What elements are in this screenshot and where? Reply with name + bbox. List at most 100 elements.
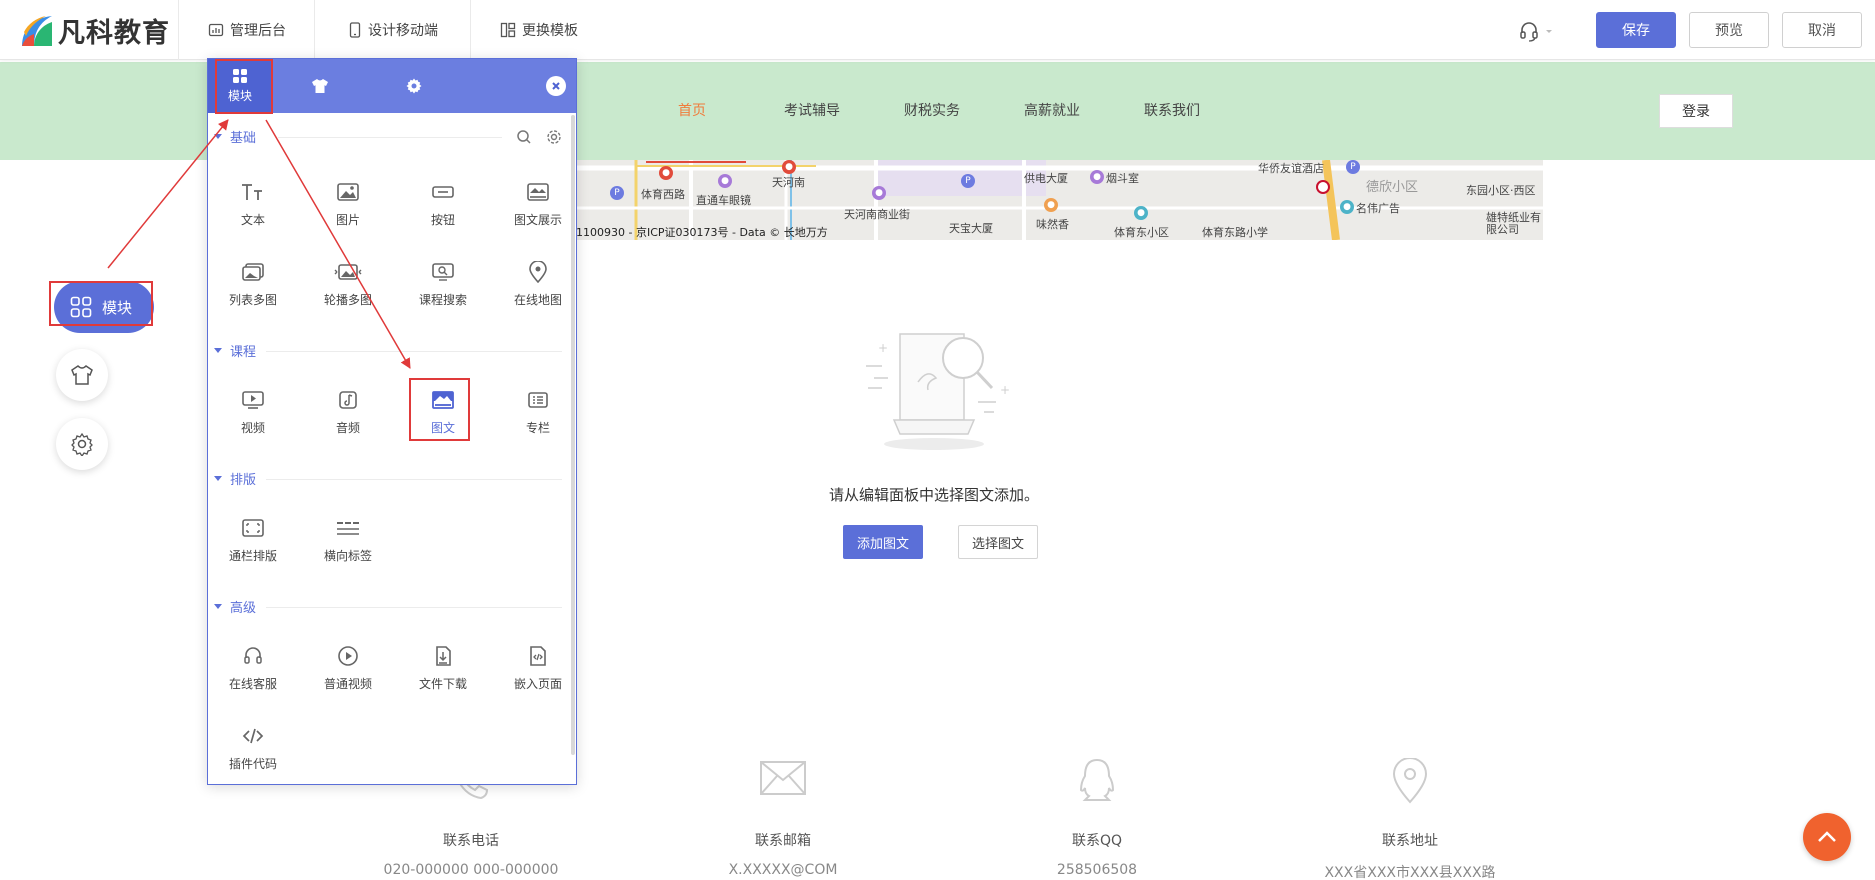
module-online-service[interactable]: 在线客服 (208, 643, 298, 707)
module-carousel[interactable]: 轮播多图 (303, 259, 393, 323)
support-menu[interactable] (1518, 20, 1554, 42)
section-advanced[interactable]: 高级 (214, 597, 256, 616)
map-pin-icon: P (610, 186, 624, 200)
module-horizontal-tabs[interactable]: 横向标签 (303, 515, 393, 579)
module-embed-page[interactable]: 嵌入页面 (493, 643, 576, 707)
contact-address: 联系地址 XXX省XXX市XXX县XXX路 (1300, 758, 1520, 880)
contact-value: 020-000000 000-000000 (383, 862, 559, 878)
map-pin-icon: ● (1134, 206, 1148, 220)
tab-settings[interactable] (382, 59, 446, 113)
module-full-width-layout[interactable]: 通栏排版 (208, 515, 298, 579)
template-icon (500, 22, 516, 38)
section-course[interactable]: 课程 (214, 341, 256, 360)
contact-title: 联系QQ (1071, 833, 1123, 849)
preview-button[interactable]: 预览 (1689, 12, 1769, 48)
add-article-button[interactable]: 添加图文 (843, 525, 923, 559)
chevron-down-icon (1546, 30, 1552, 33)
contact-title: 联系地址 (1382, 833, 1438, 849)
module-label: 音频 (335, 421, 360, 435)
list-images-icon (242, 263, 264, 281)
nav-admin[interactable]: 管理后台 (208, 0, 286, 60)
map-label: 味然香 (1036, 218, 1069, 231)
logo-text: 凡科教育 (58, 17, 170, 49)
site-nav-exam[interactable]: 考试辅导 (784, 100, 840, 120)
module-label: 课程搜索 (418, 293, 467, 307)
section-title: 基础 (230, 131, 257, 146)
play-icon (338, 646, 358, 666)
map-pin-icon: ● (782, 160, 796, 174)
tab-style[interactable] (288, 59, 352, 113)
map-label: 德欣小区 (1366, 180, 1419, 195)
site-nav-jobs[interactable]: 高薪就业 (1024, 100, 1080, 120)
site-nav-tax[interactable]: 财税实务 (904, 100, 960, 120)
module-plugin-code[interactable]: 插件代码 (208, 723, 298, 784)
audio-icon (339, 391, 357, 409)
map-label: 名伟广告 (1356, 202, 1400, 215)
module-panel: 模块 基础 文本 图片 按钮 图文展示 列表多图 轮播多图 课程搜索 在线地图 … (207, 58, 577, 785)
module-label: 插件代码 (228, 757, 277, 771)
section-title: 排版 (230, 473, 257, 488)
image-text-icon (527, 183, 549, 201)
empty-illustration: + + (858, 322, 1018, 456)
map-pin-icon: P (1346, 160, 1360, 174)
module-text[interactable]: 文本 (208, 179, 298, 243)
svg-text:+: + (878, 341, 888, 355)
float-settings-button[interactable] (56, 418, 108, 470)
module-button[interactable]: 按钮 (398, 179, 488, 243)
embed-icon (530, 646, 546, 666)
module-column[interactable]: 专栏 (493, 387, 576, 451)
module-video[interactable]: 视频 (208, 387, 298, 451)
map-copyright: 1100930 - 京ICP证030173号 - Data © 长地万方 (576, 226, 828, 239)
module-label: 嵌入页面 (513, 677, 562, 691)
panel-close-button[interactable] (546, 76, 566, 96)
map-label: 直通车眼镜 (696, 194, 751, 207)
section-basic[interactable]: 基础 (214, 127, 256, 146)
contact-qq: 联系QQ 258506508 (987, 758, 1207, 878)
map-label: 烟斗室 (1106, 172, 1139, 185)
back-to-top-button[interactable] (1803, 813, 1851, 861)
gear-icon[interactable] (546, 129, 562, 145)
video-icon (242, 391, 264, 409)
divider (178, 0, 179, 60)
contact-title: 联系邮箱 (755, 833, 811, 849)
logo-icon (22, 16, 52, 46)
nav-mobile[interactable]: 设计移动端 (348, 0, 438, 60)
module-image[interactable]: 图片 (303, 179, 393, 243)
module-course-search[interactable]: 课程搜索 (398, 259, 488, 323)
nav-template[interactable]: 更换模板 (500, 0, 578, 60)
module-label: 在线地图 (513, 293, 562, 307)
module-online-map[interactable]: 在线地图 (493, 259, 576, 323)
module-normal-video[interactable]: 普通视频 (303, 643, 393, 707)
logo[interactable]: 凡科教育 (18, 10, 170, 50)
section-layout[interactable]: 排版 (214, 469, 256, 488)
course-search-icon (432, 263, 454, 281)
select-article-button[interactable]: 选择图文 (958, 525, 1038, 559)
online-map[interactable]: 体育西路 直通车眼镜 天河南 天河南商业街 天宝大厦 供电大厦 烟斗室 味然香 … (576, 160, 1543, 240)
contact-value: X.XXXXX@COM (728, 862, 838, 878)
mail-icon (760, 761, 806, 795)
cancel-button[interactable]: 取消 (1782, 12, 1862, 48)
location-icon (1392, 758, 1428, 804)
top-bar: 凡科教育 管理后台 设计移动端 更换模板 保存 预览 取消 (0, 0, 1875, 60)
contact-value: 258506508 (1056, 862, 1138, 878)
highlight-box (409, 378, 470, 441)
site-nav-home[interactable]: 首页 (678, 100, 706, 120)
module-image-text-display[interactable]: 图文展示 (493, 179, 576, 243)
module-file-download[interactable]: 文件下载 (398, 643, 488, 707)
map-pin-icon: ● (718, 174, 732, 188)
module-list-images[interactable]: 列表多图 (208, 259, 298, 323)
map-label: 天河南 (772, 176, 805, 189)
headset-icon (244, 647, 262, 664)
site-nav-contact[interactable]: 联系我们 (1144, 100, 1200, 120)
float-style-button[interactable] (56, 349, 108, 401)
map-label: 体育东路小学 (1202, 226, 1268, 239)
save-button[interactable]: 保存 (1596, 12, 1676, 48)
mobile-icon (349, 22, 361, 38)
gear-icon (406, 78, 422, 94)
divider (314, 0, 315, 60)
panel-body: 基础 文本 图片 按钮 图文展示 列表多图 轮播多图 课程搜索 在线地图 课程 … (208, 113, 576, 784)
module-audio[interactable]: 音频 (303, 387, 393, 451)
search-icon[interactable] (516, 129, 532, 145)
module-label: 文件下载 (418, 677, 467, 691)
login-button[interactable]: 登录 (1659, 94, 1733, 128)
